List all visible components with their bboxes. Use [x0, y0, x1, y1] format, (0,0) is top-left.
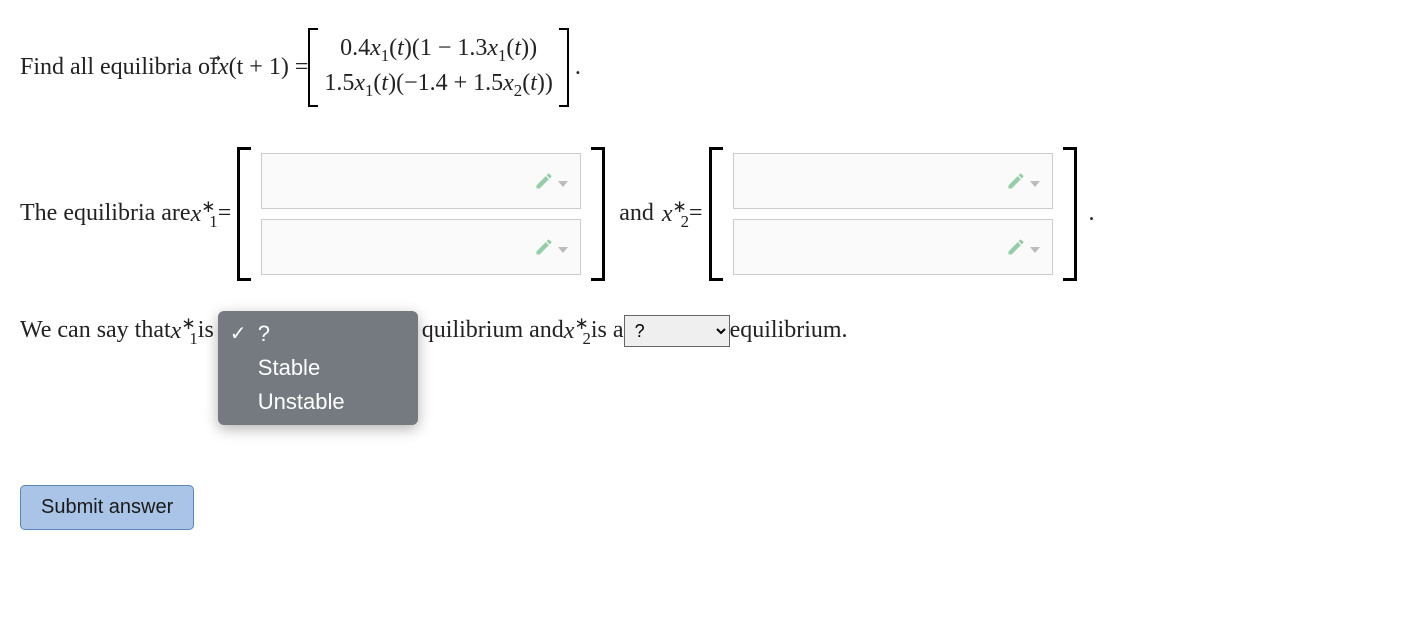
submit-button[interactable]: Submit answer — [20, 485, 194, 530]
matrix-row-1: 0.4x1(t)(1 − 1.3x1(t)) — [324, 32, 552, 67]
x2-stability-dropdown[interactable]: ? Stable Unstable — [624, 315, 730, 347]
dropdown-option-stable[interactable]: Stable — [218, 351, 418, 385]
edit-icon — [534, 237, 568, 257]
xvec: x — [218, 54, 229, 81]
right-bracket-icon — [1063, 147, 1077, 281]
and-text: and — [619, 200, 654, 227]
lhs-arg: (t + 1) = — [229, 54, 309, 81]
equilibria-lead: The equilibria are — [20, 200, 191, 227]
mid-fragment: quilibrium and — [422, 317, 564, 344]
period: . — [575, 54, 581, 81]
eq2: = — [689, 200, 703, 227]
dropdown-option-unstable[interactable]: Unstable — [218, 385, 418, 419]
rhs-matrix: 0.4x1(t)(1 − 1.3x1(t)) 1.5x1(t)(−1.4 + 1… — [308, 28, 568, 107]
equilibria-line: The equilibria are x∗1 = and x∗2 — [20, 147, 1400, 281]
problem-statement: Find all equilibria of x (t + 1) = 0.4x1… — [20, 28, 1400, 107]
edit-icon — [1006, 237, 1040, 257]
x2-component-1-input[interactable] — [733, 153, 1053, 209]
x1-stability-dropdown[interactable]: ? Stable Unstable — [218, 311, 418, 425]
edit-icon — [1006, 171, 1040, 191]
is-a-text: is a — [591, 317, 624, 344]
x1-star-label-b: x∗1 — [171, 313, 198, 349]
right-bracket-icon — [559, 28, 569, 107]
tail-text: equilibrium. — [730, 317, 848, 344]
x1-star-label: x∗1 — [191, 196, 218, 232]
right-bracket-icon — [591, 147, 605, 281]
edit-icon — [534, 171, 568, 191]
x1-component-2-input[interactable] — [261, 219, 581, 275]
stability-lead: We can say that — [20, 317, 171, 344]
eq1: = — [218, 200, 232, 227]
dropdown-option-placeholder[interactable]: ? — [218, 317, 418, 351]
x1-vector-input — [237, 147, 605, 281]
x2-star-label: x∗2 — [662, 196, 689, 232]
period: . — [1089, 200, 1095, 227]
x2-vector-input — [709, 147, 1077, 281]
left-bracket-icon — [237, 147, 251, 281]
matrix-row-2: 1.5x1(t)(−1.4 + 1.5x2(t)) — [324, 67, 552, 102]
problem-lead: Find all equilibria of — [20, 54, 218, 81]
left-bracket-icon — [308, 28, 318, 107]
is-text: is — [198, 317, 214, 344]
x2-star-label-b: x∗2 — [564, 313, 591, 349]
stability-line: We can say that x∗1 is ? Stable Unstable… — [20, 311, 1400, 425]
left-bracket-icon — [709, 147, 723, 281]
x2-component-2-input[interactable] — [733, 219, 1053, 275]
x1-component-1-input[interactable] — [261, 153, 581, 209]
